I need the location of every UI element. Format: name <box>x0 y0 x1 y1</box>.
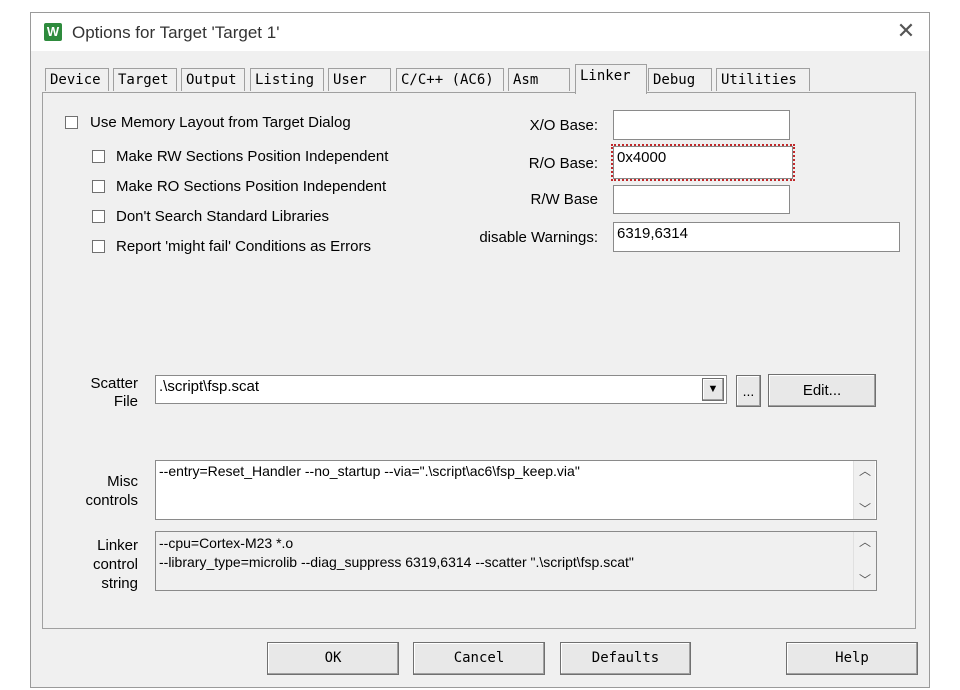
ro-independent-checkbox[interactable] <box>92 180 105 193</box>
tab-linker[interactable]: Linker <box>575 64 647 94</box>
misc-scrollbar[interactable]: ︿ ﹀ <box>853 461 875 519</box>
scroll-up-icon[interactable]: ︿ <box>854 532 876 552</box>
ok-button[interactable]: OK <box>267 642 399 675</box>
cancel-button[interactable]: Cancel <box>413 642 545 675</box>
tab-asm[interactable]: Asm <box>508 68 570 91</box>
defaults-button[interactable]: Defaults <box>560 642 691 675</box>
ro-base-label: R/O Base: <box>528 155 598 172</box>
linker-label-line1: Linker <box>97 537 138 554</box>
linker-line-2: --library_type=microlib --diag_suppress … <box>159 554 634 570</box>
disable-warnings-label: disable Warnings: <box>479 229 598 246</box>
tab-listing[interactable]: Listing <box>250 68 324 91</box>
scroll-up-icon[interactable]: ︿ <box>854 461 876 481</box>
scroll-down-icon[interactable]: ﹀ <box>854 570 876 590</box>
misc-label-line1: Misc <box>107 473 138 490</box>
misc-controls-textarea[interactable]: --entry=Reset_Handler --no_startup --via… <box>155 460 877 520</box>
rw-base-label: R/W Base <box>530 191 598 208</box>
rw-independent-label: Make RW Sections Position Independent <box>116 148 389 165</box>
use-memory-layout-checkbox[interactable] <box>65 116 78 129</box>
tab-debug[interactable]: Debug <box>648 68 712 91</box>
misc-label-line2: controls <box>85 492 138 509</box>
edit-scatter-button[interactable]: Edit... <box>768 374 876 407</box>
tab-cc-ac6[interactable]: C/C++ (AC6) <box>396 68 504 91</box>
chevron-down-icon[interactable]: ▼ <box>702 378 724 401</box>
scroll-down-icon[interactable]: ﹀ <box>854 499 876 519</box>
rw-base-input[interactable] <box>613 185 790 214</box>
scatter-file-combo[interactable]: .\script\fsp.scat <box>155 375 727 404</box>
scatter-file-value: .\script\fsp.scat <box>159 378 260 395</box>
tab-device[interactable]: Device <box>45 68 109 91</box>
misc-controls-label: Misc controls <box>70 472 138 510</box>
rw-independent-checkbox[interactable] <box>92 150 105 163</box>
ro-base-input[interactable]: 0x4000 <box>611 144 795 181</box>
might-fail-checkbox[interactable] <box>92 240 105 253</box>
no-std-libs-checkbox[interactable] <box>92 210 105 223</box>
xo-base-input[interactable] <box>613 110 790 140</box>
use-memory-layout-label: Use Memory Layout from Target Dialog <box>90 114 351 131</box>
tab-utilities[interactable]: Utilities <box>716 68 810 91</box>
linker-label-line3: string <box>101 575 138 592</box>
xo-base-label: X/O Base: <box>529 117 598 134</box>
linker-control-string-textarea[interactable]: --cpu=Cortex-M23 *.o --library_type=micr… <box>155 531 877 591</box>
might-fail-label: Report 'might fail' Conditions as Errors <box>116 238 371 255</box>
ro-independent-label: Make RO Sections Position Independent <box>116 178 387 195</box>
tab-target[interactable]: Target <box>113 68 177 91</box>
close-icon[interactable]: ✕ <box>896 19 916 43</box>
browse-button[interactable]: ... <box>736 375 761 407</box>
help-button[interactable]: Help <box>786 642 918 675</box>
linker-line-1: --cpu=Cortex-M23 *.o <box>159 535 294 551</box>
app-logo-icon: W <box>44 23 62 41</box>
no-std-libs-label: Don't Search Standard Libraries <box>116 208 329 225</box>
linker-label-line2: control <box>92 556 138 573</box>
tab-output[interactable]: Output <box>181 68 245 91</box>
scatter-label-line1: Scatter <box>90 375 138 392</box>
linker-scrollbar[interactable]: ︿ ﹀ <box>853 532 875 590</box>
disable-warnings-input[interactable]: 6319,6314 <box>613 222 900 252</box>
misc-controls-value: --entry=Reset_Handler --no_startup --via… <box>159 463 580 479</box>
linker-control-string-label: Linker control string <box>70 536 138 593</box>
window-title: Options for Target 'Target 1' <box>72 23 280 42</box>
tab-user[interactable]: User <box>328 68 391 91</box>
scatter-label-line2: File <box>113 393 138 410</box>
scatter-file-label: Scatter File <box>80 375 138 411</box>
